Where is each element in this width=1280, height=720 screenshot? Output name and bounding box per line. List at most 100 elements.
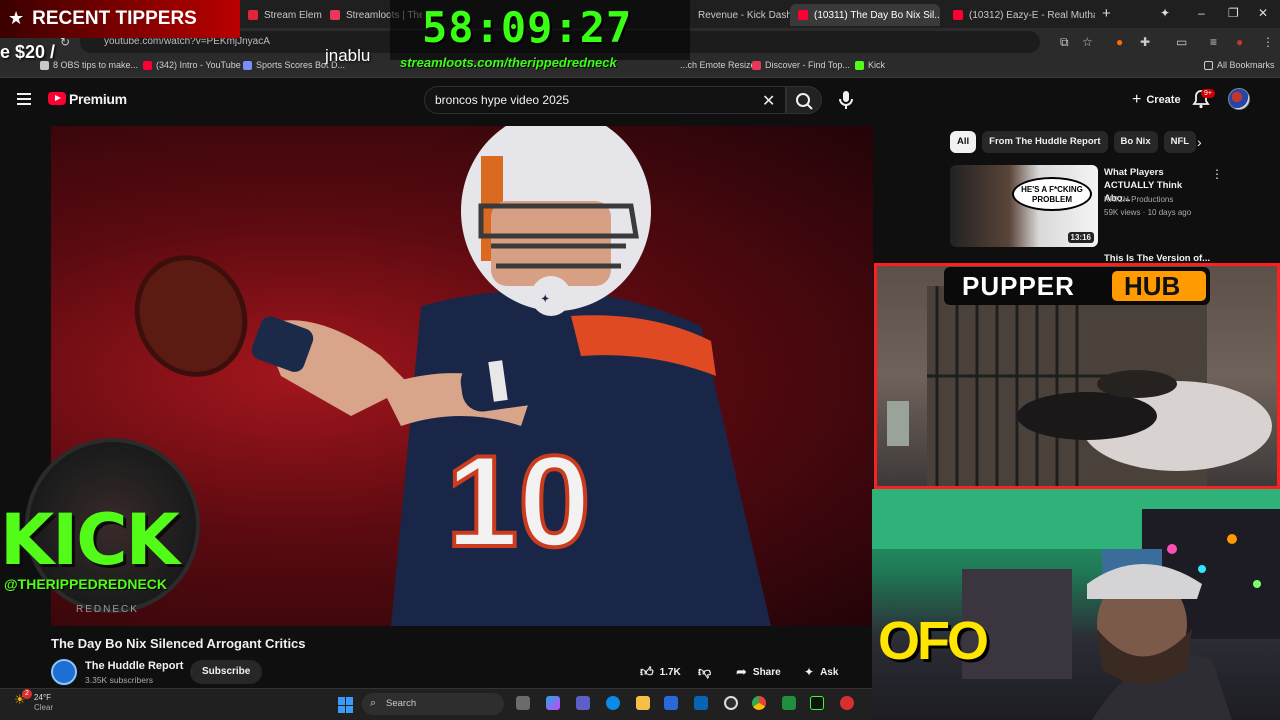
copilot-icon[interactable]	[546, 696, 560, 710]
like-count: 1.7K	[659, 666, 681, 678]
bookmark-emote-resizer[interactable]: ...ch Emote Resizer	[680, 60, 759, 70]
bookmark-kick[interactable]: Kick	[855, 60, 885, 70]
thumbs-up-icon: 👍︎	[640, 664, 654, 679]
teams-icon[interactable]	[576, 696, 590, 710]
more-actions-icon[interactable]: ⋮	[1211, 167, 1223, 181]
game-controller-icon[interactable]	[782, 696, 796, 710]
bookmark-label: Kick	[868, 60, 886, 70]
guide-menu-icon[interactable]	[17, 93, 31, 105]
store-icon[interactable]	[664, 696, 678, 710]
tab-eazy-e[interactable]: (10312) Eazy-E - Real Muthaph... ✕	[945, 4, 1095, 26]
menu-icon[interactable]: ⋮	[1262, 35, 1274, 49]
streamer-room-scene	[872, 489, 1280, 720]
create-label: Create	[1146, 94, 1181, 106]
tab-stream-element[interactable]: Stream Element - rippedredneck	[240, 4, 322, 26]
streamelements-icon	[248, 10, 258, 20]
maximize-icon[interactable]: ❐	[1228, 6, 1239, 20]
plus-icon: +	[1132, 91, 1142, 108]
microphone-icon	[839, 91, 853, 109]
voice-search-button[interactable]	[834, 88, 858, 112]
chrome-icon[interactable]	[752, 696, 766, 710]
close-window-icon[interactable]: ✕	[1258, 6, 1268, 20]
terminal-icon[interactable]	[810, 696, 824, 710]
streamer-webcam	[872, 489, 1280, 720]
chip-nfl[interactable]: NFL	[1163, 131, 1197, 153]
task-view-icon[interactable]	[516, 696, 530, 710]
recommendation-channel[interactable]: KRICH Productions	[1104, 195, 1173, 204]
kick-icon	[855, 60, 864, 70]
bookmark-discover[interactable]: Discover - Find Top...	[752, 60, 850, 70]
obs-icon[interactable]	[724, 696, 738, 710]
share-button[interactable]: ➦ Share	[728, 660, 789, 684]
chip-bo-nix[interactable]: Bo Nix	[1113, 131, 1158, 153]
kick-logo-text: KICK	[0, 499, 180, 581]
taskbar-search-label: Search	[386, 698, 417, 709]
taskbar-search[interactable]: ⌕ Search	[362, 693, 504, 715]
pupper-hub-title: PUPPER	[962, 271, 1075, 301]
extension-brave-icon[interactable]: ●	[1116, 35, 1123, 49]
minimize-icon[interactable]: –	[1198, 6, 1205, 20]
chip-all[interactable]: All	[950, 131, 977, 153]
channel-name[interactable]: The Huddle Report	[85, 660, 183, 672]
ask-button[interactable]: ✦ Ask	[796, 660, 847, 684]
like-button[interactable]: 👍︎ 1.7K	[632, 660, 689, 684]
sparkle-icon: ✦	[804, 665, 815, 679]
streamloots-icon	[752, 60, 761, 70]
bookmark-label: 8 OBS tips to make...	[53, 60, 139, 70]
new-tab-button[interactable]: +	[1102, 5, 1111, 22]
notification-count-badge: 9+	[1201, 89, 1215, 98]
subscribe-button[interactable]: Subscribe	[190, 660, 263, 684]
tab-label: (10311) The Day Bo Nix Sil...	[814, 9, 940, 21]
weather-sun-icon: ☀	[14, 692, 26, 707]
recommendation-thumbnail[interactable]: HE'S A F*CKING PROBLEM 13:16	[950, 165, 1098, 247]
subscriber-count: 3.35K subscribers	[85, 675, 154, 685]
app-rt-icon[interactable]	[840, 696, 854, 710]
search-button[interactable]	[786, 86, 822, 114]
recent-tippers-banner: ★ RECENT TIPPERS	[0, 0, 240, 38]
chip-from-channel[interactable]: From The Huddle Report	[982, 131, 1108, 153]
bookmark-label: (342) Intro - YouTube	[156, 60, 241, 70]
search-query: broncos hype video 2025	[435, 93, 570, 107]
streamloots-icon	[330, 10, 340, 20]
streamloots-url: streamloots.com/therippedredneck	[400, 55, 617, 70]
gemini-icon[interactable]: ✦	[1160, 6, 1170, 20]
clear-search-icon[interactable]: ✕	[762, 91, 775, 111]
create-button[interactable]: + Create	[1122, 88, 1191, 112]
edge-icon[interactable]	[606, 696, 620, 710]
weather-widget[interactable]: 2 ☀ 24°F Clear	[14, 689, 53, 713]
share-label: Share	[752, 666, 781, 678]
bookmark-intro[interactable]: (342) Intro - YouTube	[143, 60, 241, 70]
chevron-right-icon[interactable]: ›	[1197, 134, 1202, 150]
profile-icon[interactable]: ●	[1236, 35, 1243, 49]
tipper-ticker-right: jnablu	[325, 46, 371, 65]
weather-temp: 24°F	[34, 693, 51, 702]
cast-icon[interactable]: ⧉	[1060, 35, 1069, 50]
tab-label: Stream Element - rippedredneck	[264, 9, 322, 21]
sidepanel-icon[interactable]: ▭	[1176, 35, 1187, 49]
folder-icon	[1204, 60, 1213, 70]
all-bookmarks[interactable]: All Bookmarks	[1204, 60, 1275, 70]
ask-label: Ask	[820, 666, 839, 678]
dislike-button[interactable]: 👎︎	[690, 660, 720, 684]
media-controls-icon[interactable]: ≡	[1210, 35, 1217, 49]
channel-avatar[interactable]	[51, 659, 77, 685]
bookmark-label: Discover - Find Top...	[765, 60, 850, 70]
search-icon: ⌕	[370, 697, 377, 709]
tab-label: Revenue - Kick Dashboard	[698, 9, 790, 21]
bookmark-star-icon[interactable]: ☆	[1082, 35, 1093, 49]
search-input[interactable]: broncos hype video 2025	[424, 86, 786, 114]
recommendation-meta: 59K views · 10 days ago	[1104, 208, 1192, 217]
youtube-logo-icon[interactable]	[48, 92, 66, 105]
bookmark-label: All Bookmarks	[1217, 60, 1275, 70]
windows-start-icon[interactable]	[338, 697, 354, 713]
bookmark-label: ...ch Emote Resizer	[680, 60, 759, 70]
video-duration: 13:16	[1067, 232, 1094, 243]
account-avatar[interactable]	[1228, 88, 1250, 110]
youtube-premium-logo[interactable]: Premium	[69, 91, 127, 107]
search-icon	[796, 93, 813, 110]
tab-current-video[interactable]: (10311) The Day Bo Nix Sil... ✕	[790, 4, 940, 26]
tab-kick-dashboard[interactable]: Revenue - Kick Dashboard ✕	[690, 4, 790, 26]
file-explorer-icon[interactable]	[636, 696, 650, 710]
outlook-icon[interactable]	[694, 696, 708, 710]
extensions-icon[interactable]: ✚	[1140, 35, 1150, 49]
